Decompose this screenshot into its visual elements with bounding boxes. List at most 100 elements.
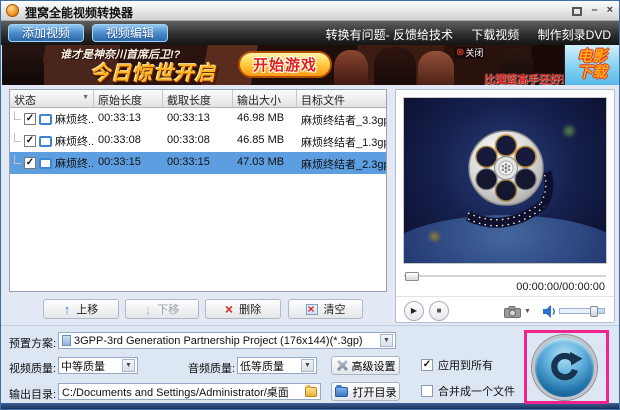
dropdown-arrow-icon: ▼ [380, 334, 393, 347]
banner-subheadline: 今日惊世开启 [90, 63, 216, 85]
merge-files-label: 合并成一个文件 [438, 386, 515, 398]
file-name: 麻烦终... [55, 114, 94, 126]
cut-length: 00:33:13 [167, 112, 210, 124]
convert-button[interactable] [532, 335, 597, 400]
volume-handle[interactable] [590, 306, 598, 317]
original-length: 00:33:08 [98, 134, 141, 146]
column-header-original-length[interactable]: 原始长度 [94, 90, 163, 107]
merge-files-checkbox[interactable]: 合并成一个文件 [421, 383, 515, 399]
original-length: 00:33:15 [98, 156, 141, 168]
tree-line [14, 133, 21, 142]
window-title: 狸窝全能视频转换器 [25, 6, 134, 20]
playback-controls: ▶ ■ ▼ [396, 296, 614, 323]
original-length: 00:33:13 [98, 112, 141, 124]
file-name: 麻烦终... [55, 136, 94, 148]
checkbox-unchecked[interactable] [421, 385, 433, 397]
advanced-tools-icon [336, 360, 347, 371]
output-size: 46.85 MB [237, 134, 285, 146]
preview-panel: 00:00:00/00:00:00 ▶ ■ ▼ [395, 89, 615, 323]
column-header-cut-length[interactable]: 截取长度 [163, 90, 233, 107]
row-checkbox[interactable]: ✓ [24, 113, 36, 125]
volume-speaker-icon[interactable] [543, 305, 557, 318]
table-row[interactable]: ✓ 麻烦终... 00:33:15 00:33:15 47.03 MB 麻烦终结… [10, 152, 386, 174]
banner-close-icon: ⊗ [456, 47, 465, 58]
clear-all-button[interactable]: 清空 [288, 299, 363, 319]
open-directory-button[interactable]: 打开目录 [331, 382, 400, 401]
tree-line [14, 155, 21, 164]
status-bar [1, 403, 619, 409]
play-icon: ▶ [410, 306, 418, 315]
row-checkbox[interactable]: ✓ [24, 157, 36, 169]
start-game-button[interactable]: 开始游戏 [238, 51, 332, 78]
banner-artwork [418, 51, 454, 85]
volume-slider[interactable] [559, 306, 605, 317]
snapshot-camera-icon[interactable] [504, 306, 521, 318]
column-header-output-size[interactable]: 输出大小 [233, 90, 297, 107]
dropdown-arrow-icon: ▼ [301, 359, 314, 372]
row-checkbox[interactable]: ✓ [24, 135, 36, 147]
movie-download-ad[interactable]: 电影 下载 [564, 45, 619, 85]
seek-track [404, 275, 606, 278]
column-header-status[interactable]: 状态 ▼ [10, 90, 94, 107]
audio-quality-dropdown[interactable]: 低等质量 ▼ [237, 357, 317, 374]
film-reel-icon [465, 130, 554, 228]
app-window: 狸窝全能视频转换器 – × 添加视频 视频编辑 转换有问题- 反馈给技术 下载视… [0, 0, 620, 410]
audio-quality-label: 音频质量: [188, 363, 236, 375]
minimize-icon[interactable]: – [591, 4, 597, 17]
video-quality-label: 视频质量: [9, 363, 57, 375]
output-dir-label: 输出目录: [9, 389, 57, 401]
close-icon[interactable]: × [607, 4, 613, 17]
advanced-settings-button[interactable]: 高级设置 [331, 356, 400, 375]
checkbox-checked[interactable]: ✓ [421, 359, 433, 371]
add-video-button[interactable]: 添加视频 [8, 24, 85, 42]
maximize-icon[interactable] [572, 7, 583, 16]
preset-label: 预置方案: [9, 338, 57, 350]
target-file: 麻烦终结者_1.3gp [301, 137, 386, 149]
seek-bar[interactable] [404, 271, 606, 281]
video-file-icon [39, 113, 52, 125]
delete-button[interactable]: × 删除 [205, 299, 281, 319]
snapshot-dropdown-icon[interactable]: ▼ [524, 308, 531, 315]
apply-to-all-checkbox[interactable]: ✓ 应用到所有 [421, 357, 493, 373]
table-row[interactable]: ✓ 麻烦终... 00:33:13 00:33:13 46.98 MB 麻烦终结… [10, 108, 386, 130]
download-video-link[interactable]: 下载视频 [471, 28, 519, 42]
video-quality-dropdown[interactable]: 中等质量 ▼ [58, 357, 138, 374]
preview-glow [430, 232, 439, 241]
convert-arrow-icon [550, 351, 582, 380]
play-button[interactable]: ▶ [404, 301, 424, 321]
column-header-target-file[interactable]: 目标文件 [297, 90, 386, 107]
stop-button[interactable]: ■ [429, 301, 449, 321]
movie-download-label: 电影 [576, 48, 607, 65]
volume-fill [560, 309, 592, 313]
video-edit-button[interactable]: 视频编辑 [92, 24, 169, 42]
stop-icon: ■ [436, 306, 442, 315]
browse-folder-icon[interactable] [305, 384, 317, 397]
file-name: 麻烦终... [55, 158, 94, 170]
ad-banner[interactable]: 谁才是神奈川首席后卫!? 今日惊世开启 开始游戏 ⊗ 关闭 比灌篮高手还好玩的游… [2, 45, 619, 85]
move-down-button[interactable]: ↓ 下移 [125, 299, 199, 319]
seek-handle[interactable] [405, 272, 419, 281]
feedback-link[interactable]: 转换有问题- 反馈给技术 [326, 28, 453, 42]
settings-panel: 预置方案: 3GPP-3rd Generation Partnership Pr… [1, 325, 619, 403]
toolbar: 添加视频 视频编辑 转换有问题- 反馈给技术 下载视频 制作刻录DVD [1, 21, 619, 45]
toolbar-links: 转换有问题- 反馈给技术 下载视频 制作刻录DVD [311, 26, 611, 43]
delete-x-icon: × [224, 300, 234, 317]
open-folder-icon [334, 384, 348, 397]
move-up-button[interactable]: ↑ 上移 [43, 299, 119, 319]
banner-close-button[interactable]: ⊗ 关闭 [454, 47, 486, 59]
burn-dvd-link[interactable]: 制作刻录DVD [538, 28, 611, 42]
video-display [403, 97, 607, 264]
output-size: 46.98 MB [237, 112, 285, 124]
preset-dropdown[interactable]: 3GPP-3rd Generation Partnership Project … [58, 332, 396, 349]
target-file: 麻烦终结者_2.3gp [301, 159, 386, 171]
table-row[interactable]: ✓ 麻烦终... 00:33:08 00:33:08 46.85 MB 麻烦终结… [10, 130, 386, 152]
dropdown-arrow-icon: ▼ [122, 359, 135, 372]
output-dir-input[interactable]: C:/Documents and Settings/Administrator/… [58, 383, 321, 400]
up-arrow-icon: ↑ [63, 301, 71, 317]
cut-length: 00:33:15 [167, 156, 210, 168]
title-bar: 狸窝全能视频转换器 – × [1, 1, 619, 21]
movie-download-label: 下载 [576, 64, 607, 81]
banner-close-label: 关闭 [465, 48, 484, 58]
window-controls: – × [572, 4, 613, 17]
preset-format-icon [62, 335, 71, 346]
